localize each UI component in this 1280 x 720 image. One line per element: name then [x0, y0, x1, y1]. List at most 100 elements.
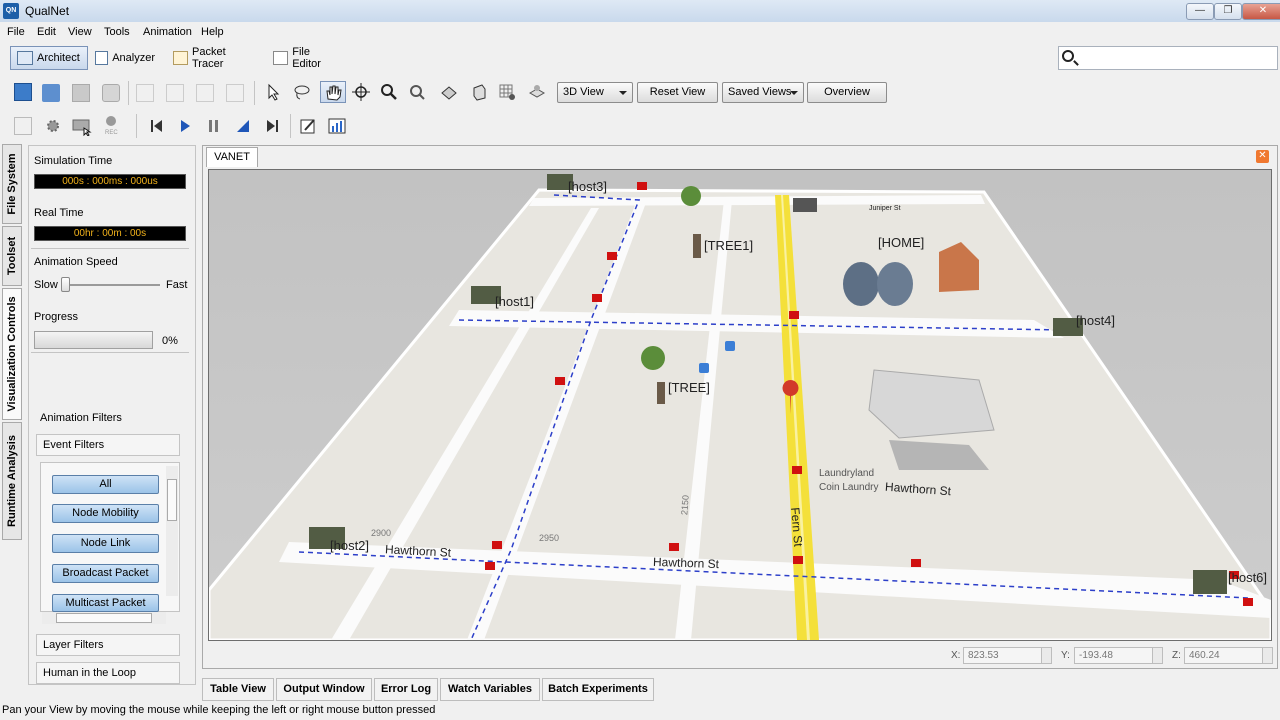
skip-back-icon[interactable]: [148, 117, 166, 135]
y-coord-field[interactable]: -193.48: [1074, 647, 1162, 664]
node-label-host3[interactable]: [host3]: [568, 179, 607, 194]
play-icon[interactable]: [176, 117, 194, 135]
node-label-host2[interactable]: [host2]: [330, 538, 369, 553]
packet-tracer-icon: [173, 51, 188, 65]
zoom-icon[interactable]: [380, 83, 398, 101]
new-scenario-icon[interactable]: [14, 83, 32, 101]
view-mode-select[interactable]: 3D View: [557, 82, 633, 103]
tab-error-log[interactable]: Error Log: [374, 678, 438, 701]
lasso-icon[interactable]: [292, 83, 310, 101]
tab-table-view[interactable]: Table View: [202, 678, 274, 701]
divider: [31, 248, 189, 249]
tab-toolset[interactable]: Toolset: [2, 226, 22, 286]
search-input[interactable]: [1058, 46, 1278, 70]
y-coord-label: Y:: [1061, 650, 1070, 661]
node-label-tree1[interactable]: [TREE1]: [704, 238, 753, 253]
save-icon[interactable]: [72, 84, 90, 102]
layer-filters-header[interactable]: Layer Filters: [36, 634, 180, 656]
copy-icon[interactable]: [166, 84, 184, 102]
menu-view[interactable]: View: [68, 26, 92, 38]
paste-icon[interactable]: [196, 84, 214, 102]
architect-perspective-button[interactable]: Architect: [10, 46, 88, 70]
open-folder-icon[interactable]: [42, 84, 60, 102]
map-text-2950: 2950: [539, 533, 560, 543]
tab-output-window[interactable]: Output Window: [276, 678, 372, 701]
y-coord-spinner[interactable]: [1152, 647, 1163, 664]
analyzer-perspective-button[interactable]: Analyzer: [88, 46, 162, 70]
z-coord-label: Z:: [1172, 650, 1181, 661]
pause-icon[interactable]: [205, 117, 223, 135]
zoom-fit-icon[interactable]: [408, 83, 426, 101]
node-label-home[interactable]: [HOME]: [878, 235, 924, 250]
edit-icon[interactable]: [299, 117, 317, 135]
chevron-down-icon: [790, 91, 798, 95]
analyzer-label: Analyzer: [112, 52, 155, 64]
menu-edit[interactable]: Edit: [37, 26, 56, 38]
animation-speed-slider[interactable]: [61, 277, 70, 292]
overview-button[interactable]: Overview: [807, 82, 887, 103]
grid-settings-icon[interactable]: [498, 83, 516, 101]
record-icon[interactable]: REC: [102, 114, 120, 136]
minimize-button[interactable]: —: [1186, 3, 1214, 20]
skip-forward-icon[interactable]: [263, 117, 281, 135]
node-label-host1[interactable]: [host1]: [495, 294, 534, 309]
film-icon[interactable]: [72, 116, 92, 137]
close-button[interactable]: ✕: [1242, 3, 1280, 20]
filters-scroll-thumb[interactable]: [167, 479, 177, 521]
3d-scenario-canvas[interactable]: Hawthorn St Hawthorn St Hawthorn St Fern…: [208, 169, 1272, 641]
chevron-down-icon: [619, 91, 627, 95]
tab-watch-variables[interactable]: Watch Variables: [440, 678, 540, 701]
bar-chart-icon: [95, 51, 109, 65]
filters-h-scroll-thumb[interactable]: [56, 613, 152, 623]
app-icon: QN: [3, 3, 19, 19]
menu-file[interactable]: File: [7, 26, 25, 38]
node-label-host4[interactable]: [host4]: [1076, 313, 1115, 328]
event-filters-header[interactable]: Event Filters: [36, 434, 180, 456]
tab-file-system[interactable]: File System: [2, 144, 22, 224]
menu-help[interactable]: Help: [201, 26, 224, 38]
file-editor-perspective-button[interactable]: File Editor: [266, 46, 346, 70]
filter-broadcast-packet-button[interactable]: Broadcast Packet: [52, 564, 159, 583]
x-coord-field[interactable]: 823.53: [963, 647, 1051, 664]
pan-hand-icon[interactable]: [320, 81, 346, 103]
run-settings-icon[interactable]: [14, 117, 32, 135]
gear-icon[interactable]: [44, 117, 62, 135]
close-view-icon[interactable]: ✕: [1256, 150, 1269, 163]
cut-icon[interactable]: [136, 84, 154, 102]
node-label-host6[interactable]: [host6]: [1228, 570, 1267, 585]
x-coord-spinner[interactable]: [1041, 647, 1052, 664]
z-coord-field[interactable]: 460.24: [1184, 647, 1272, 664]
tab-vanet[interactable]: VANET: [206, 147, 258, 167]
menu-tools[interactable]: Tools: [104, 26, 130, 38]
filter-node-link-button[interactable]: Node Link: [52, 534, 159, 553]
delete-icon[interactable]: [226, 84, 244, 102]
stats-chart-icon[interactable]: [328, 117, 346, 135]
node-label-tree[interactable]: [TREE]: [668, 380, 710, 395]
tilt-icon[interactable]: [440, 83, 458, 101]
tab-runtime-analysis[interactable]: Runtime Analysis: [2, 422, 22, 540]
packet-tracer-perspective-button[interactable]: Packet Tracer: [166, 46, 262, 70]
human-in-the-loop-header[interactable]: Human in the Loop: [36, 662, 180, 684]
menu-animation[interactable]: Animation: [143, 26, 192, 38]
tab-runtime-analysis-label: Runtime Analysis: [6, 435, 18, 527]
tab-visualization-controls[interactable]: Visualization Controls: [2, 288, 22, 420]
rotate-icon[interactable]: [352, 83, 370, 101]
select-arrow-icon[interactable]: [264, 83, 282, 101]
cube-icon[interactable]: [470, 83, 488, 101]
step-icon[interactable]: [234, 117, 252, 135]
animation-filters-label: Animation Filters: [40, 412, 122, 424]
z-coord-spinner[interactable]: [1262, 647, 1273, 664]
layers-icon[interactable]: [528, 83, 546, 101]
search-icon: [1062, 50, 1074, 62]
file-editor-icon: [273, 51, 289, 65]
filter-all-button[interactable]: All: [52, 475, 159, 494]
filter-multicast-packet-button[interactable]: Multicast Packet: [52, 594, 159, 612]
tab-batch-experiments[interactable]: Batch Experiments: [542, 678, 654, 701]
sim-time-label: Simulation Time: [34, 155, 113, 167]
progress-value: 0%: [162, 335, 178, 347]
reset-view-button[interactable]: Reset View: [637, 82, 718, 103]
saved-views-dropdown[interactable]: Saved Views: [722, 82, 804, 103]
filter-node-mobility-button[interactable]: Node Mobility: [52, 504, 159, 523]
print-icon[interactable]: [102, 84, 120, 102]
maximize-button[interactable]: ❐: [1214, 3, 1242, 20]
